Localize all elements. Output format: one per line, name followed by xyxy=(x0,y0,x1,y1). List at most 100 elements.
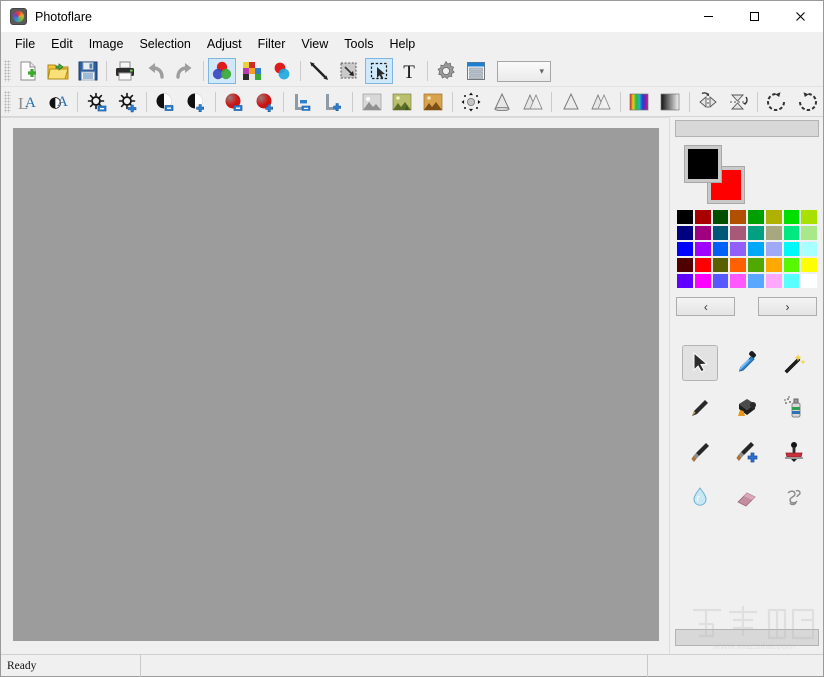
oilpaint-button[interactable] xyxy=(587,89,616,114)
redo-button[interactable] xyxy=(171,58,199,84)
layers-button[interactable] xyxy=(462,58,490,84)
palette-color-4-0[interactable] xyxy=(676,273,695,289)
save-file-button[interactable] xyxy=(74,58,102,84)
transform-button[interactable] xyxy=(335,58,363,84)
colorize-button[interactable] xyxy=(388,89,417,114)
palette-color-2-3[interactable] xyxy=(729,241,748,257)
palette-color-3-2[interactable] xyxy=(711,257,730,273)
new-file-button[interactable] xyxy=(14,58,42,84)
line-tool-button[interactable] xyxy=(305,58,333,84)
zoom-combo[interactable]: ▾ xyxy=(497,60,551,82)
brightness-decrease-button[interactable] xyxy=(82,89,111,114)
menu-adjust[interactable]: Adjust xyxy=(199,34,250,54)
dock-top-splitter[interactable] xyxy=(675,120,819,137)
palette-color-2-0[interactable] xyxy=(676,241,695,257)
blur-button[interactable] xyxy=(518,89,547,114)
saturation-increase-button[interactable] xyxy=(251,89,280,114)
menu-image[interactable]: Image xyxy=(81,34,132,54)
gamma-increase-button[interactable] xyxy=(319,89,348,114)
undo-button[interactable] xyxy=(141,58,169,84)
tool-color-picker[interactable] xyxy=(729,345,765,381)
palette-color-2-7[interactable] xyxy=(800,241,818,257)
palette-color-1-3[interactable] xyxy=(729,225,748,241)
foreground-color-swatch[interactable] xyxy=(684,145,723,183)
rotate-right-button[interactable] xyxy=(793,89,822,114)
menu-help[interactable]: Help xyxy=(381,34,423,54)
palette-color-4-6[interactable] xyxy=(782,273,801,289)
tool-eraser[interactable] xyxy=(729,480,765,516)
menu-file[interactable]: File xyxy=(7,34,43,54)
palette-color-1-4[interactable] xyxy=(747,225,765,241)
palette-color-0-1[interactable] xyxy=(694,209,712,225)
color-palette-button[interactable] xyxy=(238,58,266,84)
contrast-decrease-button[interactable] xyxy=(151,89,180,114)
gamma-decrease-button[interactable] xyxy=(288,89,317,114)
tool-paintbrush-advanced[interactable] xyxy=(729,435,765,471)
palette-color-4-4[interactable] xyxy=(747,273,765,289)
palette-color-3-4[interactable] xyxy=(747,257,765,273)
close-button[interactable] xyxy=(777,1,823,32)
palette-prev-button[interactable]: ‹ xyxy=(676,297,736,316)
palette-color-0-6[interactable] xyxy=(782,209,801,225)
palette-color-0-2[interactable] xyxy=(711,209,730,225)
contrast-increase-button[interactable] xyxy=(182,89,211,114)
palette-color-0-4[interactable] xyxy=(747,209,765,225)
palette-next-button[interactable]: › xyxy=(758,297,817,316)
grayscale-button[interactable] xyxy=(357,89,386,114)
color-blend-button[interactable] xyxy=(268,58,296,84)
palette-color-4-7[interactable] xyxy=(800,273,818,289)
palette-color-2-1[interactable] xyxy=(694,241,712,257)
saturation-decrease-button[interactable] xyxy=(220,89,249,114)
print-button[interactable] xyxy=(111,58,139,84)
palette-color-1-7[interactable] xyxy=(800,225,818,241)
palette-color-1-1[interactable] xyxy=(694,225,712,241)
palette-color-3-0[interactable] xyxy=(676,257,695,273)
tool-paint-bucket[interactable] xyxy=(729,390,765,426)
palette-color-0-0[interactable] xyxy=(676,209,695,225)
palette-color-3-5[interactable] xyxy=(764,257,783,273)
rotate-left-button[interactable] xyxy=(762,89,791,114)
menu-edit[interactable]: Edit xyxy=(43,34,81,54)
palette-color-2-5[interactable] xyxy=(764,241,783,257)
settings-button[interactable] xyxy=(432,58,460,84)
palette-color-2-2[interactable] xyxy=(711,241,730,257)
palette-color-3-3[interactable] xyxy=(729,257,748,273)
menu-filter[interactable]: Filter xyxy=(250,34,294,54)
text-tool-button[interactable]: T xyxy=(395,58,423,84)
tool-spray-can[interactable] xyxy=(776,390,812,426)
despeckle-button[interactable] xyxy=(457,89,486,114)
palette-color-2-4[interactable] xyxy=(747,241,765,257)
toolbar-grip[interactable] xyxy=(4,90,11,113)
sharpen-button[interactable] xyxy=(487,89,516,114)
tool-paintbrush[interactable] xyxy=(682,435,718,471)
open-file-button[interactable] xyxy=(44,58,72,84)
palette-color-1-2[interactable] xyxy=(711,225,730,241)
menu-selection[interactable]: Selection xyxy=(131,34,198,54)
menu-tools[interactable]: Tools xyxy=(336,34,381,54)
menu-view[interactable]: View xyxy=(293,34,336,54)
auto-contrast-button[interactable]: A xyxy=(45,89,74,114)
brightness-increase-button[interactable] xyxy=(113,89,142,114)
image-canvas[interactable] xyxy=(13,128,659,641)
palette-color-0-7[interactable] xyxy=(800,209,818,225)
palette-color-4-3[interactable] xyxy=(729,273,748,289)
palette-color-4-2[interactable] xyxy=(711,273,730,289)
palette-color-4-5[interactable] xyxy=(764,273,783,289)
palette-color-1-0[interactable] xyxy=(676,225,695,241)
minimize-button[interactable] xyxy=(685,1,731,32)
sepia-button[interactable] xyxy=(419,89,448,114)
maximize-button[interactable] xyxy=(731,1,777,32)
palette-color-3-1[interactable] xyxy=(694,257,712,273)
toolbar-grip[interactable] xyxy=(4,60,11,82)
palette-color-3-6[interactable] xyxy=(782,257,801,273)
tool-blur[interactable] xyxy=(682,480,718,516)
flip-vertical-button[interactable] xyxy=(724,89,753,114)
dock-bottom-splitter[interactable] xyxy=(675,629,819,646)
palette-color-1-6[interactable] xyxy=(782,225,801,241)
gray-gradient-button[interactable] xyxy=(656,89,685,114)
palette-color-4-1[interactable] xyxy=(694,273,712,289)
tool-pointer[interactable] xyxy=(681,344,718,381)
color-mix-button[interactable] xyxy=(208,58,236,84)
emboss-button[interactable] xyxy=(556,89,585,114)
rectangle-select-button[interactable] xyxy=(365,58,393,84)
